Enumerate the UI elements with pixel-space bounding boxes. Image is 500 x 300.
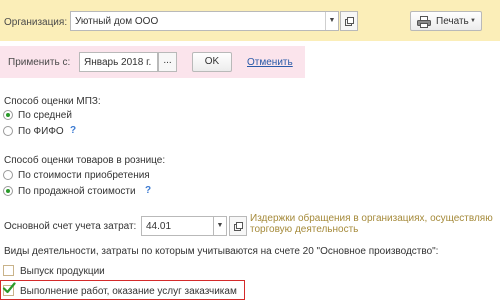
printer-icon xyxy=(417,16,431,28)
apply-from-label: Применить с: xyxy=(8,57,71,68)
chevron-down-icon: ▼ xyxy=(470,18,476,24)
retail-section-title: Способ оценки товаров в рознице: xyxy=(4,155,166,166)
open-account-button[interactable] xyxy=(229,216,247,236)
mpz-average-label[interactable]: По средней xyxy=(18,110,72,121)
cost-account-value: 44.01 xyxy=(146,221,172,232)
cost-account-field[interactable]: 44.01 xyxy=(141,216,214,236)
mpz-fifo-label[interactable]: По ФИФО xyxy=(18,126,64,137)
mpz-fifo-radio[interactable] xyxy=(3,126,13,136)
cancel-link[interactable]: Отменить xyxy=(247,57,293,68)
checkmark-icon xyxy=(2,282,16,294)
product-output-label[interactable]: Выпуск продукции xyxy=(20,266,105,277)
retail-sale-price-label[interactable]: По продажной стоимости xyxy=(18,186,136,197)
cost-account-description-line2: торговую деятельность xyxy=(250,224,359,235)
mpz-average-radio[interactable] xyxy=(3,110,13,120)
retail-purchase-cost-radio[interactable] xyxy=(3,170,13,180)
product-output-checkbox[interactable] xyxy=(3,265,14,276)
select-period-button[interactable]: ... xyxy=(158,52,177,72)
mpz-section-title: Способ оценки МПЗ: xyxy=(4,96,101,107)
print-button[interactable]: Печать ▼ xyxy=(410,11,482,31)
ok-button[interactable]: OK xyxy=(192,52,232,72)
chevron-down-icon[interactable]: ▼ xyxy=(325,12,338,30)
apply-date-value: Январь 2018 г. xyxy=(84,57,152,68)
help-icon[interactable]: ? xyxy=(70,125,76,136)
organization-label: Организация: xyxy=(4,17,68,28)
retail-sale-price-radio[interactable] xyxy=(3,186,13,196)
services-label[interactable]: Выполнение работ, оказание услуг заказчи… xyxy=(20,286,237,297)
chevron-down-icon[interactable]: ▼ xyxy=(214,216,227,236)
organization-value: Уютный дом ООО xyxy=(75,16,159,27)
cost-account-description: Издержки обращения в организациях, осуще… xyxy=(250,213,500,235)
organization-field[interactable]: Уютный дом ООО ▼ xyxy=(70,11,339,31)
print-label: Печать xyxy=(436,16,469,27)
open-form-icon xyxy=(345,17,354,26)
help-icon[interactable]: ? xyxy=(145,185,151,196)
cost-account-label: Основной счет учета затрат: xyxy=(4,221,137,232)
activities-title: Виды деятельности, затраты по которым уч… xyxy=(4,246,439,257)
cost-account-description-line1: Издержки обращения в организациях, осуще… xyxy=(250,213,493,224)
retail-purchase-cost-label[interactable]: По стоимости приобретения xyxy=(18,170,150,181)
open-organization-button[interactable] xyxy=(340,11,358,31)
apply-date-field[interactable]: Январь 2018 г. xyxy=(79,52,158,72)
open-form-icon xyxy=(234,222,243,231)
